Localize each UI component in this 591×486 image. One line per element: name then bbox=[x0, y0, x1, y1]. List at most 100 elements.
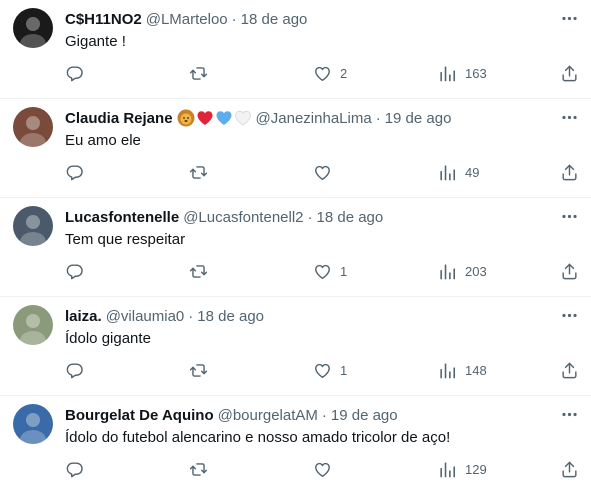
heart-icon bbox=[315, 66, 330, 81]
reply-tweet[interactable]: Bourgelat De Aquino @bourgelatAM · 19 de… bbox=[0, 396, 591, 486]
display-name[interactable]: Bourgelat De Aquino bbox=[65, 407, 214, 424]
views-button[interactable]: 49 bbox=[438, 162, 479, 182]
views-button[interactable]: 163 bbox=[438, 63, 487, 83]
share-button[interactable] bbox=[560, 459, 579, 479]
tweet-date[interactable]: 18 de ago bbox=[317, 209, 384, 226]
share-button[interactable] bbox=[560, 261, 579, 281]
heart-icon bbox=[315, 165, 330, 180]
share-icon bbox=[562, 461, 577, 477]
reply-icon bbox=[66, 461, 83, 477]
retweet-button[interactable] bbox=[189, 162, 216, 182]
like-count: 2 bbox=[340, 65, 348, 81]
share-button[interactable] bbox=[560, 162, 579, 182]
more-options-icon[interactable] bbox=[559, 305, 579, 325]
display-name[interactable]: laiza. bbox=[65, 308, 102, 325]
views-count: 163 bbox=[465, 65, 487, 81]
views-chart-icon bbox=[440, 164, 456, 180]
separator-dot: · bbox=[375, 109, 381, 127]
tweet-actions: 1 203 bbox=[65, 261, 579, 281]
like-button[interactable]: 1 bbox=[313, 261, 347, 281]
retweet-icon bbox=[189, 264, 208, 278]
reply-icon bbox=[66, 263, 83, 279]
reply-button[interactable] bbox=[65, 63, 92, 83]
like-button[interactable] bbox=[313, 162, 340, 182]
avatar[interactable] bbox=[13, 8, 53, 48]
username-handle[interactable]: @LMarteloo bbox=[146, 11, 228, 28]
tweet-actions: 1 148 bbox=[65, 360, 579, 380]
share-icon bbox=[562, 263, 577, 279]
lion-emoji bbox=[177, 109, 195, 127]
tweet-date[interactable]: 18 de ago bbox=[197, 308, 264, 325]
retweet-button[interactable] bbox=[189, 261, 216, 281]
reply-tweet[interactable]: laiza. @vilaumia0 · 18 de ago Ídolo giga… bbox=[0, 297, 591, 396]
separator-dot: · bbox=[307, 208, 313, 226]
avatar-image bbox=[13, 206, 53, 246]
reply-tweet[interactable]: Claudia Rejane @JanezinhaLima · 19 de ag… bbox=[0, 99, 591, 198]
reply-tweet[interactable]: Lucasfontenelle @Lucasfontenell2 · 18 de… bbox=[0, 198, 591, 297]
views-button[interactable]: 203 bbox=[438, 261, 487, 281]
name-emojis bbox=[177, 109, 252, 127]
tweet-date[interactable]: 18 de ago bbox=[241, 11, 308, 28]
separator-dot: · bbox=[231, 10, 237, 28]
views-button[interactable]: 129 bbox=[438, 459, 487, 479]
share-button[interactable] bbox=[560, 360, 579, 380]
reply-feed: C$H11NO2 @LMarteloo · 18 de ago Gigante … bbox=[0, 0, 591, 486]
avatar-image bbox=[13, 107, 53, 147]
separator-dot: · bbox=[188, 307, 194, 325]
username-handle[interactable]: @vilaumia0 bbox=[106, 308, 185, 325]
reply-tweet[interactable]: C$H11NO2 @LMarteloo · 18 de ago Gigante … bbox=[0, 0, 591, 99]
tweet-header: laiza. @vilaumia0 · 18 de ago bbox=[65, 306, 264, 326]
avatar-image bbox=[13, 305, 53, 345]
more-options-icon[interactable] bbox=[559, 8, 579, 28]
reply-button[interactable] bbox=[65, 162, 92, 182]
display-name[interactable]: C$H11NO2 bbox=[65, 11, 142, 28]
display-name[interactable]: Lucasfontenelle bbox=[65, 209, 179, 226]
reply-button[interactable] bbox=[65, 360, 92, 380]
retweet-button[interactable] bbox=[189, 63, 216, 83]
more-options-icon[interactable] bbox=[559, 404, 579, 424]
tweet-header: Claudia Rejane @JanezinhaLima · 19 de ag… bbox=[65, 108, 451, 128]
tweet-header: Lucasfontenelle @Lucasfontenell2 · 18 de… bbox=[65, 207, 383, 227]
username-handle[interactable]: @JanezinhaLima bbox=[256, 110, 372, 127]
like-button[interactable]: 1 bbox=[313, 360, 347, 380]
like-button[interactable] bbox=[313, 459, 340, 479]
like-button[interactable]: 2 bbox=[313, 63, 347, 83]
reply-icon bbox=[66, 362, 83, 378]
tweet-header: Bourgelat De Aquino @bourgelatAM · 19 de… bbox=[65, 405, 398, 425]
more-options-icon[interactable] bbox=[559, 206, 579, 226]
display-name[interactable]: Claudia Rejane bbox=[65, 110, 173, 127]
views-chart-icon bbox=[440, 65, 456, 81]
avatar[interactable] bbox=[13, 404, 53, 444]
retweet-icon bbox=[189, 66, 208, 80]
retweet-button[interactable] bbox=[189, 459, 216, 479]
avatar[interactable] bbox=[13, 206, 53, 246]
username-handle[interactable]: @Lucasfontenell2 bbox=[183, 209, 303, 226]
heart-icon bbox=[315, 264, 330, 279]
share-button[interactable] bbox=[560, 63, 579, 83]
views-chart-icon bbox=[440, 263, 456, 279]
views-button[interactable]: 148 bbox=[438, 360, 487, 380]
username-handle[interactable]: @bourgelatAM bbox=[218, 407, 318, 424]
avatar[interactable] bbox=[13, 305, 53, 345]
reply-icon bbox=[66, 65, 83, 81]
reply-button[interactable] bbox=[65, 261, 92, 281]
heart-icon bbox=[315, 462, 330, 477]
avatar[interactable] bbox=[13, 107, 53, 147]
avatar-image bbox=[13, 8, 53, 48]
views-count: 148 bbox=[465, 362, 487, 378]
reply-button[interactable] bbox=[65, 459, 92, 479]
like-count: 1 bbox=[340, 362, 348, 378]
views-chart-icon bbox=[440, 461, 456, 477]
reply-icon bbox=[66, 164, 83, 180]
tweet-date[interactable]: 19 de ago bbox=[385, 110, 452, 127]
retweet-button[interactable] bbox=[189, 360, 216, 380]
tweet-actions: 129 bbox=[65, 459, 579, 479]
tweet-text: Tem que respeitar bbox=[65, 231, 186, 248]
tweet-header: C$H11NO2 @LMarteloo · 18 de ago bbox=[65, 9, 307, 29]
more-options-icon[interactable] bbox=[559, 107, 579, 127]
tweet-date[interactable]: 19 de ago bbox=[331, 407, 398, 424]
tweet-actions: 49 bbox=[65, 162, 579, 182]
avatar-image bbox=[13, 404, 53, 444]
tweet-text: Ídolo do futebol alencarino e nosso amad… bbox=[65, 429, 451, 446]
blue-heart-emoji bbox=[215, 109, 233, 127]
